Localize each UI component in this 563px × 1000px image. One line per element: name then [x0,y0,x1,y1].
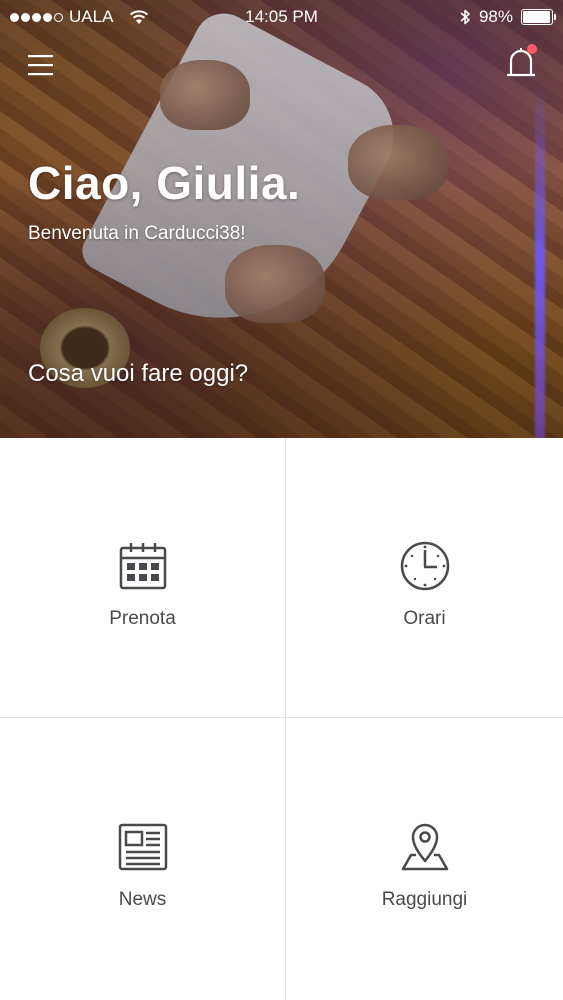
action-label: Raggiungi [381,889,468,910]
notification-badge [527,44,537,54]
action-label: Prenota [109,607,176,629]
action-raggiungi[interactable]: Raggiungi [286,718,563,1000]
action-news[interactable]: News [0,718,286,1000]
location-pin-icon [399,821,451,873]
notifications-button[interactable] [505,44,537,82]
prompt-question: Cosa vuoi fare oggi? [28,360,249,387]
chair [225,245,325,323]
bluetooth-icon [459,8,471,26]
action-label: News [118,889,167,910]
action-label: Orari [403,607,446,629]
welcome-subtitle: Benvenuta in Carducci38! [28,223,246,244]
hamburger-menu-icon[interactable] [28,52,54,78]
clock-icon [399,540,451,592]
purple-light-strip [535,80,545,438]
battery-level-fill [523,11,550,23]
chair [160,60,250,130]
action-orari[interactable]: Orari [286,438,563,718]
status-bar: UALA 14:05 PM 98% [0,0,563,34]
battery-icon [521,9,556,25]
calendar-icon [117,540,169,592]
newspaper-icon [117,821,169,873]
greeting-title: Ciao, Giulia. [28,157,301,209]
action-grid: Prenota Orari News Raggiungi [0,438,563,1000]
chair [348,125,448,200]
battery-percentage: 98% [478,7,513,26]
battery-area: 98% [459,7,556,27]
action-prenota[interactable]: Prenota [0,438,286,718]
